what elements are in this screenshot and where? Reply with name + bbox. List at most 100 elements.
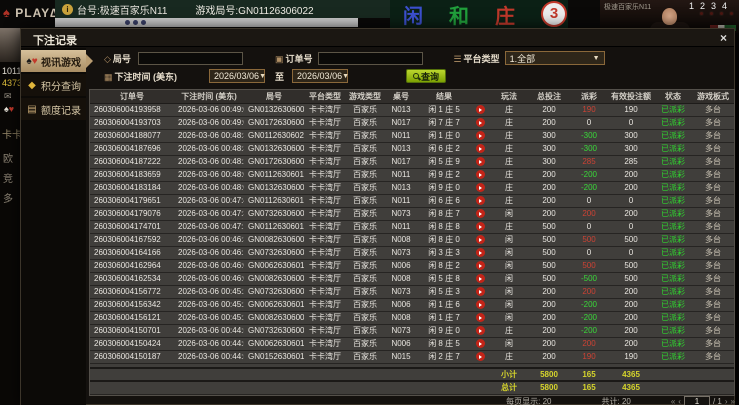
road-dot-icon <box>729 11 734 16</box>
bet-banker[interactable]: 庄 <box>482 0 528 29</box>
table-cell: 500 <box>528 259 570 272</box>
replay-icon[interactable] <box>476 300 485 309</box>
avatar <box>0 28 20 62</box>
search-button[interactable]: 查询 <box>406 69 446 83</box>
table-cell: 多台 <box>692 246 734 259</box>
table-cell: 200 <box>570 337 608 350</box>
replay-icon[interactable] <box>476 118 485 127</box>
table-cell: 260306004156342 <box>90 298 174 311</box>
table-cell: 多台 <box>692 129 734 142</box>
table-cell: 190 <box>570 350 608 363</box>
platform-select[interactable]: 1.全部 ▼ <box>505 51 605 65</box>
bet-time-label: ▦下注时间 (美东) <box>104 70 177 83</box>
table-cell: 卡卡湾厅 <box>304 142 346 155</box>
table-number-label: 台号:极速百家乐N11 <box>77 2 167 17</box>
replay-icon[interactable] <box>476 222 485 231</box>
replay-icon[interactable] <box>476 313 485 322</box>
table-row: 2603060041501872026-03-06 00:44:50GN0152… <box>90 350 734 363</box>
table-cell: 百家乐 <box>346 298 384 311</box>
sidebar-item-points-query[interactable]: ◆ 积分查询 <box>21 74 86 96</box>
table-cell: 260306004156772 <box>90 285 174 298</box>
table-cell: 500 <box>528 233 570 246</box>
table-cell: 0 <box>570 220 608 233</box>
table-cell: 2026-03-06 00:48:06 <box>174 181 244 194</box>
column-header: 有效投注额 <box>608 90 654 103</box>
table-cell: 百家乐 <box>346 285 384 298</box>
table-cell: 0 <box>608 116 654 129</box>
sidebar-item-video-games[interactable]: ♠♥ 视讯游戏 <box>21 50 86 72</box>
replay-icon[interactable] <box>476 235 485 244</box>
date-from-select[interactable]: 2026/03/06 ▼ <box>209 69 265 83</box>
last-page-button[interactable]: » <box>731 397 735 405</box>
table-cell: 闲 6 庄 6 <box>418 194 470 207</box>
order-input[interactable] <box>318 52 423 65</box>
replay-icon[interactable] <box>476 183 485 192</box>
table-cell: N073 <box>384 285 418 298</box>
table-cell: 庄 <box>490 220 528 233</box>
table-cell: 已派彩 <box>654 324 692 337</box>
replay-icon[interactable] <box>476 261 485 270</box>
table-cell: 2026-03-06 00:47:42 <box>174 194 244 207</box>
bet-player[interactable]: 闲 <box>390 0 436 29</box>
background-left-panel: 1011 4373 ✉ ♠♥ 卡卡 欧 竞 多 <box>0 28 20 405</box>
column-header: 桌号 <box>384 90 418 103</box>
replay-icon[interactable] <box>476 287 485 296</box>
table-cell: GN0732630600A <box>244 246 304 259</box>
table-cell: 260306004193958 <box>90 103 174 116</box>
round-input[interactable] <box>138 52 243 65</box>
table-cell: 闲 <box>490 207 528 220</box>
table-cell: 2026-03-06 00:48:32 <box>174 142 244 155</box>
table-cell <box>470 259 490 272</box>
table-cell: 200 <box>528 194 570 207</box>
table-cell: GN0132630600U <box>244 103 304 116</box>
replay-icon[interactable] <box>476 196 485 205</box>
table-cell: 260306004187222 <box>90 155 174 168</box>
table-row: 2603060041507012026-03-06 00:44:53GN0732… <box>90 324 734 337</box>
table-cell: 百家乐 <box>346 103 384 116</box>
sidebar-item-quota-records[interactable]: ▤ 额度记录 <box>21 98 86 120</box>
next-page-button[interactable]: › <box>725 397 728 405</box>
table-cell: 闲 8 庄 7 <box>418 207 470 220</box>
table-row: 2603060041790762026-03-06 00:47:38GN0732… <box>90 207 734 220</box>
page-number-input[interactable]: 1 <box>684 396 710 405</box>
replay-icon[interactable] <box>476 170 485 179</box>
table-cell: 2026-03-06 00:47:38 <box>174 207 244 220</box>
replay-icon[interactable] <box>476 105 485 114</box>
replay-icon[interactable] <box>476 352 485 361</box>
replay-icon[interactable] <box>476 209 485 218</box>
table-cell: 285 <box>570 155 608 168</box>
table-cell: 卡卡湾厅 <box>304 324 346 337</box>
column-header: 平台类型 <box>304 90 346 103</box>
bet-tie[interactable]: 和 <box>436 0 482 29</box>
table-cell: 500 <box>528 220 570 233</box>
replay-icon[interactable] <box>476 248 485 257</box>
replay-icon[interactable] <box>476 326 485 335</box>
replay-icon[interactable] <box>476 131 485 140</box>
table-cell: 多台 <box>692 116 734 129</box>
replay-icon[interactable] <box>476 274 485 283</box>
replay-icon[interactable] <box>476 144 485 153</box>
table-cell: 已派彩 <box>654 220 692 233</box>
table-cell <box>470 129 490 142</box>
table-cell: 卡卡湾厅 <box>304 337 346 350</box>
table-cell: 500 <box>570 233 608 246</box>
table-cell: 260306004150187 <box>90 350 174 363</box>
prev-page-button[interactable]: ‹ <box>678 397 681 405</box>
first-page-button[interactable]: « <box>671 397 675 405</box>
table-cell <box>692 368 734 381</box>
table-cell: N011 <box>384 220 418 233</box>
clipboard-icon: ▣ <box>275 54 284 64</box>
table-cell: GN0082630600U <box>244 272 304 285</box>
replay-icon[interactable] <box>476 339 485 348</box>
diamond-icon: ◆ <box>26 80 38 91</box>
date-to-select[interactable]: 2026/03/06 ▼ <box>292 69 348 83</box>
tab-fragment: 多 <box>3 190 13 205</box>
close-icon[interactable]: × <box>720 31 727 45</box>
round-filter-label: ◇局号 <box>104 52 131 65</box>
replay-icon[interactable] <box>476 157 485 166</box>
table-cell: 百家乐 <box>346 116 384 129</box>
date-to-value: 2026/03/06 <box>297 71 342 81</box>
table-cell: 2026-03-06 00:45:25 <box>174 298 244 311</box>
table-cell: 多台 <box>692 259 734 272</box>
table-cell: 0 <box>608 246 654 259</box>
